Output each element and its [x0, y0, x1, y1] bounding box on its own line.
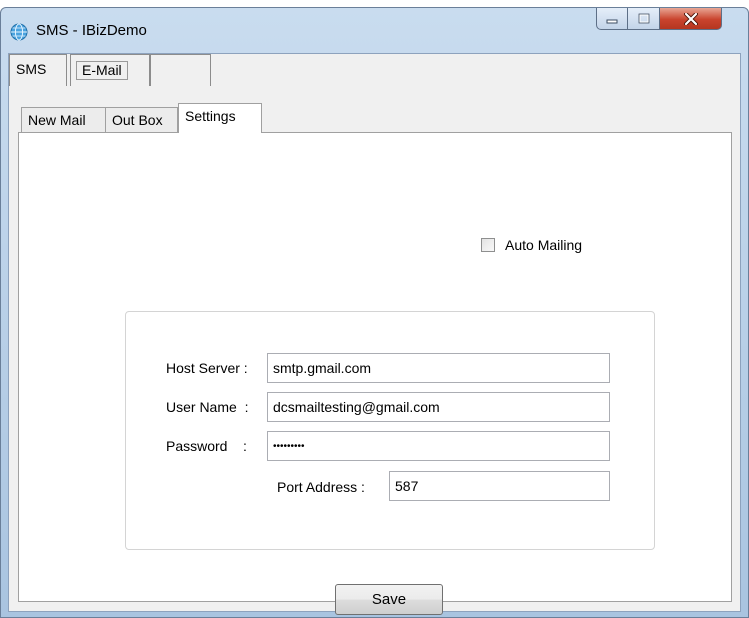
- window-title: SMS - IBizDemo: [36, 22, 147, 39]
- client-area: SMS E-Mail New Mail Out Box Settings Aut…: [8, 53, 741, 615]
- password-label: Password :: [166, 438, 247, 454]
- close-button[interactable]: [660, 8, 722, 30]
- close-icon: [683, 12, 698, 25]
- user-name-label: User Name :: [166, 399, 249, 415]
- globe-icon: [10, 23, 28, 41]
- host-server-label: Host Server :: [166, 360, 248, 376]
- tab-email-label: E-Mail: [76, 61, 128, 80]
- settings-panel: Auto Mailing Host Server : User Name : P…: [18, 132, 732, 615]
- tab-out-box[interactable]: Out Box: [105, 107, 178, 133]
- tab-settings[interactable]: Settings: [178, 103, 262, 133]
- user-name-input[interactable]: [267, 392, 610, 422]
- tab-email[interactable]: E-Mail: [70, 54, 150, 86]
- maximize-icon: [638, 13, 649, 24]
- minimize-button[interactable]: [596, 8, 628, 30]
- application-window: SMS - IBizDemo SMS E-Mail New Mail Out B…: [0, 7, 749, 618]
- password-input[interactable]: [267, 431, 610, 461]
- tab-blank[interactable]: [150, 54, 211, 86]
- title-bar[interactable]: SMS - IBizDemo: [1, 8, 748, 53]
- tab-sms[interactable]: SMS: [9, 54, 67, 86]
- host-server-input[interactable]: [267, 353, 610, 383]
- minimize-icon: [606, 19, 618, 23]
- save-button[interactable]: Save: [335, 584, 443, 615]
- auto-mailing-checkbox[interactable]: [481, 238, 495, 252]
- port-address-label: Port Address :: [277, 479, 365, 495]
- maximize-button[interactable]: [628, 8, 660, 30]
- port-address-input[interactable]: [389, 471, 610, 501]
- tab-new-mail[interactable]: New Mail: [21, 107, 106, 133]
- auto-mailing-label: Auto Mailing: [505, 237, 583, 253]
